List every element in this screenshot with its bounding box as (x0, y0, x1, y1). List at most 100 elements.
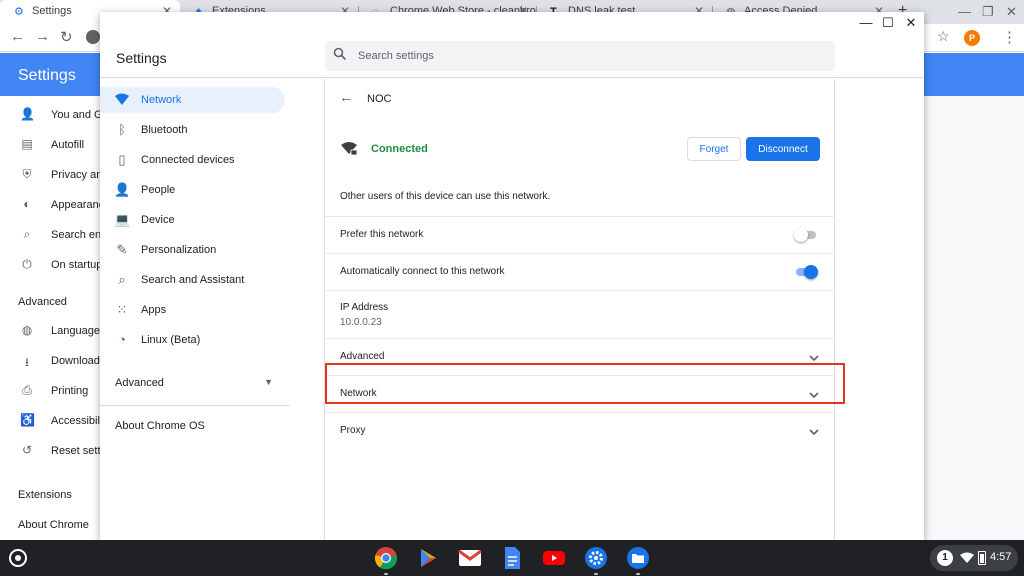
chrome-icon[interactable] (374, 546, 398, 570)
close-window-button[interactable]: ✕ (903, 15, 919, 31)
network-name: NOC (367, 93, 392, 105)
nav-item-linux[interactable]: ◔ Linux (Beta) (100, 327, 285, 353)
clock: 4:57 (990, 551, 1012, 563)
bg-item-printing[interactable]: ⎙ Printing (0, 382, 100, 402)
bg-item-label: Autofill (51, 139, 85, 151)
browser-settings-background (924, 96, 1024, 540)
nav-item-label: Connected devices (141, 154, 235, 166)
search-icon (333, 47, 347, 61)
settings-nav: Network ᛒ Bluetooth ▯ Connected devices … (100, 79, 290, 540)
running-indicator (636, 573, 640, 575)
bg-item-downloads[interactable]: ⭳ Downloads (0, 352, 100, 372)
search-box[interactable] (325, 41, 835, 71)
bluetooth-icon: ᛒ (118, 122, 126, 137)
bg-item-privacy[interactable]: ⛨ Privacy and security (0, 166, 100, 186)
subpage-header: ← NOC (325, 79, 834, 117)
brush-icon: ✎ (116, 242, 128, 257)
download-icon: ⭳ (24, 355, 30, 369)
nav-item-personalization[interactable]: ✎ Personalization (100, 237, 285, 263)
bg-item-accessibility[interactable]: ♿ Accessibility (0, 412, 100, 432)
nav-advanced-toggle[interactable]: Advanced ▼ (115, 375, 273, 395)
minimize-button[interactable]: — (858, 15, 874, 30)
bg-item-appearance[interactable]: ◐ Appearance (0, 196, 100, 216)
bg-item-you-and-google[interactable]: 👤 You and Google (0, 106, 100, 126)
advanced-section-row[interactable]: Advanced (325, 338, 834, 375)
bg-item-label: Languages (51, 325, 100, 337)
bookmark-star-icon[interactable]: ☆ (937, 28, 950, 45)
bg-item-label: Appearance (51, 199, 100, 211)
notification-count[interactable]: 1 (937, 550, 953, 566)
browser-settings-sidebar: 👤 You and Google ▤ Autofill ⛨ Privacy an… (0, 96, 100, 540)
nav-about-chrome-os[interactable]: About Chrome OS (115, 420, 205, 432)
disconnect-button[interactable]: Disconnect (746, 137, 820, 161)
phone-icon: ▯ (118, 152, 126, 167)
chevron-down-icon (809, 355, 819, 362)
nav-item-people[interactable]: 👤 People (100, 177, 285, 203)
nav-divider (100, 405, 290, 406)
caret-down-icon: ▼ (264, 377, 273, 387)
play-store-icon[interactable] (416, 546, 440, 570)
files-icon[interactable] (626, 546, 650, 570)
maximize-button[interactable]: ❐ (982, 4, 994, 20)
site-info-icon[interactable] (86, 30, 100, 44)
menu-icon[interactable]: ⋮ (1002, 28, 1017, 46)
search-input[interactable] (358, 41, 818, 71)
bg-item-label: Search engine (51, 229, 100, 241)
nav-item-label: Search and Assistant (141, 274, 245, 286)
prefer-network-toggle[interactable] (794, 228, 818, 242)
bg-item-languages[interactable]: ◍ Languages (0, 322, 100, 342)
bg-item-search-engine[interactable]: ⌕ Search engine (0, 226, 100, 246)
settings-titlebar: Settings — ☐ ✕ (100, 12, 924, 78)
advanced-section-label: Advanced (340, 351, 385, 362)
reload-button[interactable]: ↻ (60, 28, 73, 46)
bg-item-label: On startup (51, 259, 100, 271)
settings-icon[interactable] (584, 546, 608, 570)
prefer-network-row[interactable]: Prefer this network (325, 216, 834, 253)
running-indicator (384, 573, 388, 575)
nav-item-label: Personalization (141, 244, 217, 256)
back-arrow-icon[interactable]: ← (339, 89, 354, 106)
nav-item-connected-devices[interactable]: ▯ Connected devices (100, 147, 285, 173)
back-button[interactable]: ← (10, 28, 25, 45)
settings-gear-icon: ⚙ (14, 6, 24, 18)
maximize-button[interactable]: ☐ (880, 15, 896, 31)
bg-about-chrome-link[interactable]: About Chrome (18, 519, 89, 531)
forget-button[interactable]: Forget (687, 137, 741, 161)
proxy-section-row[interactable]: Proxy (325, 412, 834, 449)
linux-icon: ◔ (118, 332, 126, 347)
nav-item-apps[interactable]: ⁙ Apps (100, 297, 285, 323)
bg-advanced-heading[interactable]: Advanced (18, 296, 67, 308)
minimize-button[interactable]: — (958, 4, 971, 19)
bg-item-label: Reset settings (51, 445, 100, 457)
close-window-button[interactable]: ✕ (1006, 4, 1017, 20)
bg-item-on-startup[interactable]: ⏻ On startup (0, 256, 100, 276)
network-section-label: Network (340, 388, 377, 399)
auto-connect-toggle[interactable] (794, 265, 818, 279)
bg-item-autofill[interactable]: ▤ Autofill (0, 136, 100, 156)
connection-status: Connected (371, 143, 428, 155)
wifi-icon (115, 93, 129, 105)
bg-extensions-link[interactable]: Extensions (18, 489, 72, 501)
bg-item-label: Accessibility (51, 415, 100, 427)
bg-item-label: You and Google (51, 109, 100, 121)
status-tray[interactable]: 1 4:57 (930, 545, 1018, 571)
printer-icon: ⎙ (22, 383, 32, 397)
youtube-icon[interactable] (542, 546, 566, 570)
battery-icon (978, 551, 986, 565)
network-section-row[interactable]: Network (325, 375, 834, 412)
nav-item-device[interactable]: 💻 Device (100, 207, 285, 233)
auto-connect-row[interactable]: Automatically connect to this network (325, 253, 834, 290)
extension-icon[interactable]: P (964, 30, 980, 46)
bg-item-reset[interactable]: ↺ Reset settings (0, 442, 100, 462)
nav-item-network[interactable]: Network (100, 87, 285, 113)
chevron-down-icon (809, 429, 819, 436)
proxy-section-label: Proxy (340, 425, 366, 436)
nav-item-bluetooth[interactable]: ᛒ Bluetooth (100, 117, 285, 143)
wifi-icon (960, 552, 974, 563)
search-icon: ⌕ (23, 227, 31, 241)
nav-item-search-assistant[interactable]: ⌕ Search and Assistant (100, 267, 285, 293)
launcher-button[interactable] (9, 549, 27, 567)
gmail-icon[interactable] (458, 546, 482, 570)
forward-button[interactable]: → (35, 28, 50, 45)
docs-icon[interactable] (500, 546, 524, 570)
